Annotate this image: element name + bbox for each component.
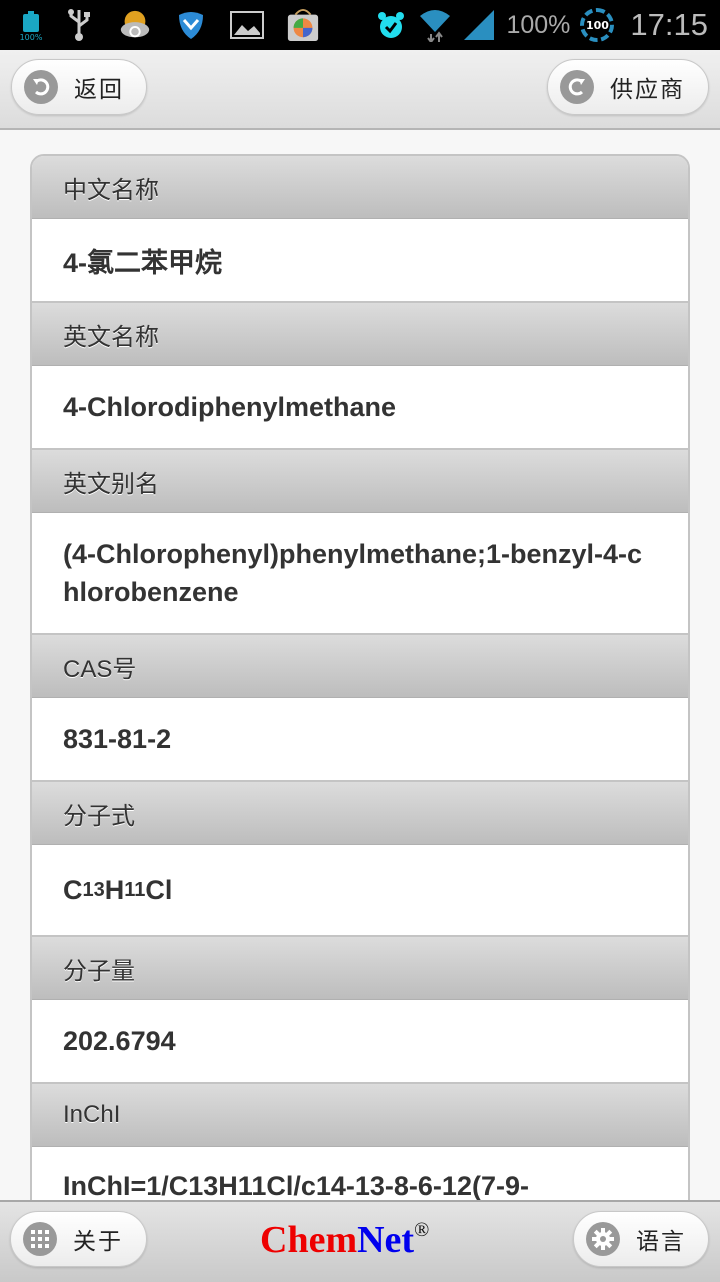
compound-info-card: 中文名称 4-氯二苯甲烷 英文名称 4-Chlorodiphenylmethan… <box>30 154 690 1200</box>
chinese-name-value: 4-氯二苯甲烷 <box>32 219 688 303</box>
about-button[interactable]: 关于 <box>10 1211 147 1267</box>
section-header-chinese-name: 中文名称 <box>32 156 688 219</box>
back-arrow-icon <box>24 70 58 104</box>
english-name-value: 4-Chlorodiphenylmethane <box>32 366 688 450</box>
app-store-icon <box>286 8 320 42</box>
weather-icon <box>118 8 152 42</box>
gear-icon <box>586 1222 620 1256</box>
shield-icon <box>174 8 208 42</box>
signal-icon <box>462 8 496 42</box>
battery-icon: 100% <box>20 11 42 42</box>
forward-arrow-icon <box>560 70 594 104</box>
supplier-button[interactable]: 供应商 <box>547 59 709 115</box>
battery-percent: 100% <box>506 10 571 39</box>
english-alias-value: (4-Chlorophenyl)phenylmethane;1-benzyl-4… <box>32 513 688 635</box>
section-header-cas: CAS号 <box>32 635 688 698</box>
header-bar: 返回 供应商 <box>0 50 720 130</box>
section-header-inchi: InChI <box>32 1084 688 1147</box>
cas-value: 831-81-2 <box>32 698 688 782</box>
formula-value: C 13 H 11 Cl <box>32 845 688 937</box>
section-header-molecular-weight: 分子量 <box>32 937 688 1000</box>
section-header-english-alias: 英文别名 <box>32 450 688 513</box>
chemnet-logo: ChemNet® <box>260 1219 430 1261</box>
footer-bar: 关于 ChemNet® 语言 <box>0 1200 720 1282</box>
wifi-icon <box>418 8 452 42</box>
back-button[interactable]: 返回 <box>11 59 147 115</box>
molecular-weight-value: 202.6794 <box>32 1000 688 1084</box>
usb-icon <box>62 8 96 42</box>
section-header-formula: 分子式 <box>32 782 688 845</box>
section-header-english-name: 英文名称 <box>32 303 688 366</box>
alarm-icon <box>374 8 408 42</box>
memory-ring-icon: 100 <box>580 8 615 42</box>
gallery-icon <box>230 8 264 42</box>
grid-icon <box>23 1222 57 1256</box>
inchi-value: InChI=1/C13H11Cl/c14-13-8-6-12(7-9- <box>32 1147 688 1200</box>
content-scroll-area[interactable]: 中文名称 4-氯二苯甲烷 英文名称 4-Chlorodiphenylmethan… <box>0 130 720 1200</box>
status-bar: 100% 100% 100 17:15 <box>0 0 720 50</box>
language-button[interactable]: 语言 <box>573 1211 709 1267</box>
clock: 17:15 <box>630 7 708 42</box>
